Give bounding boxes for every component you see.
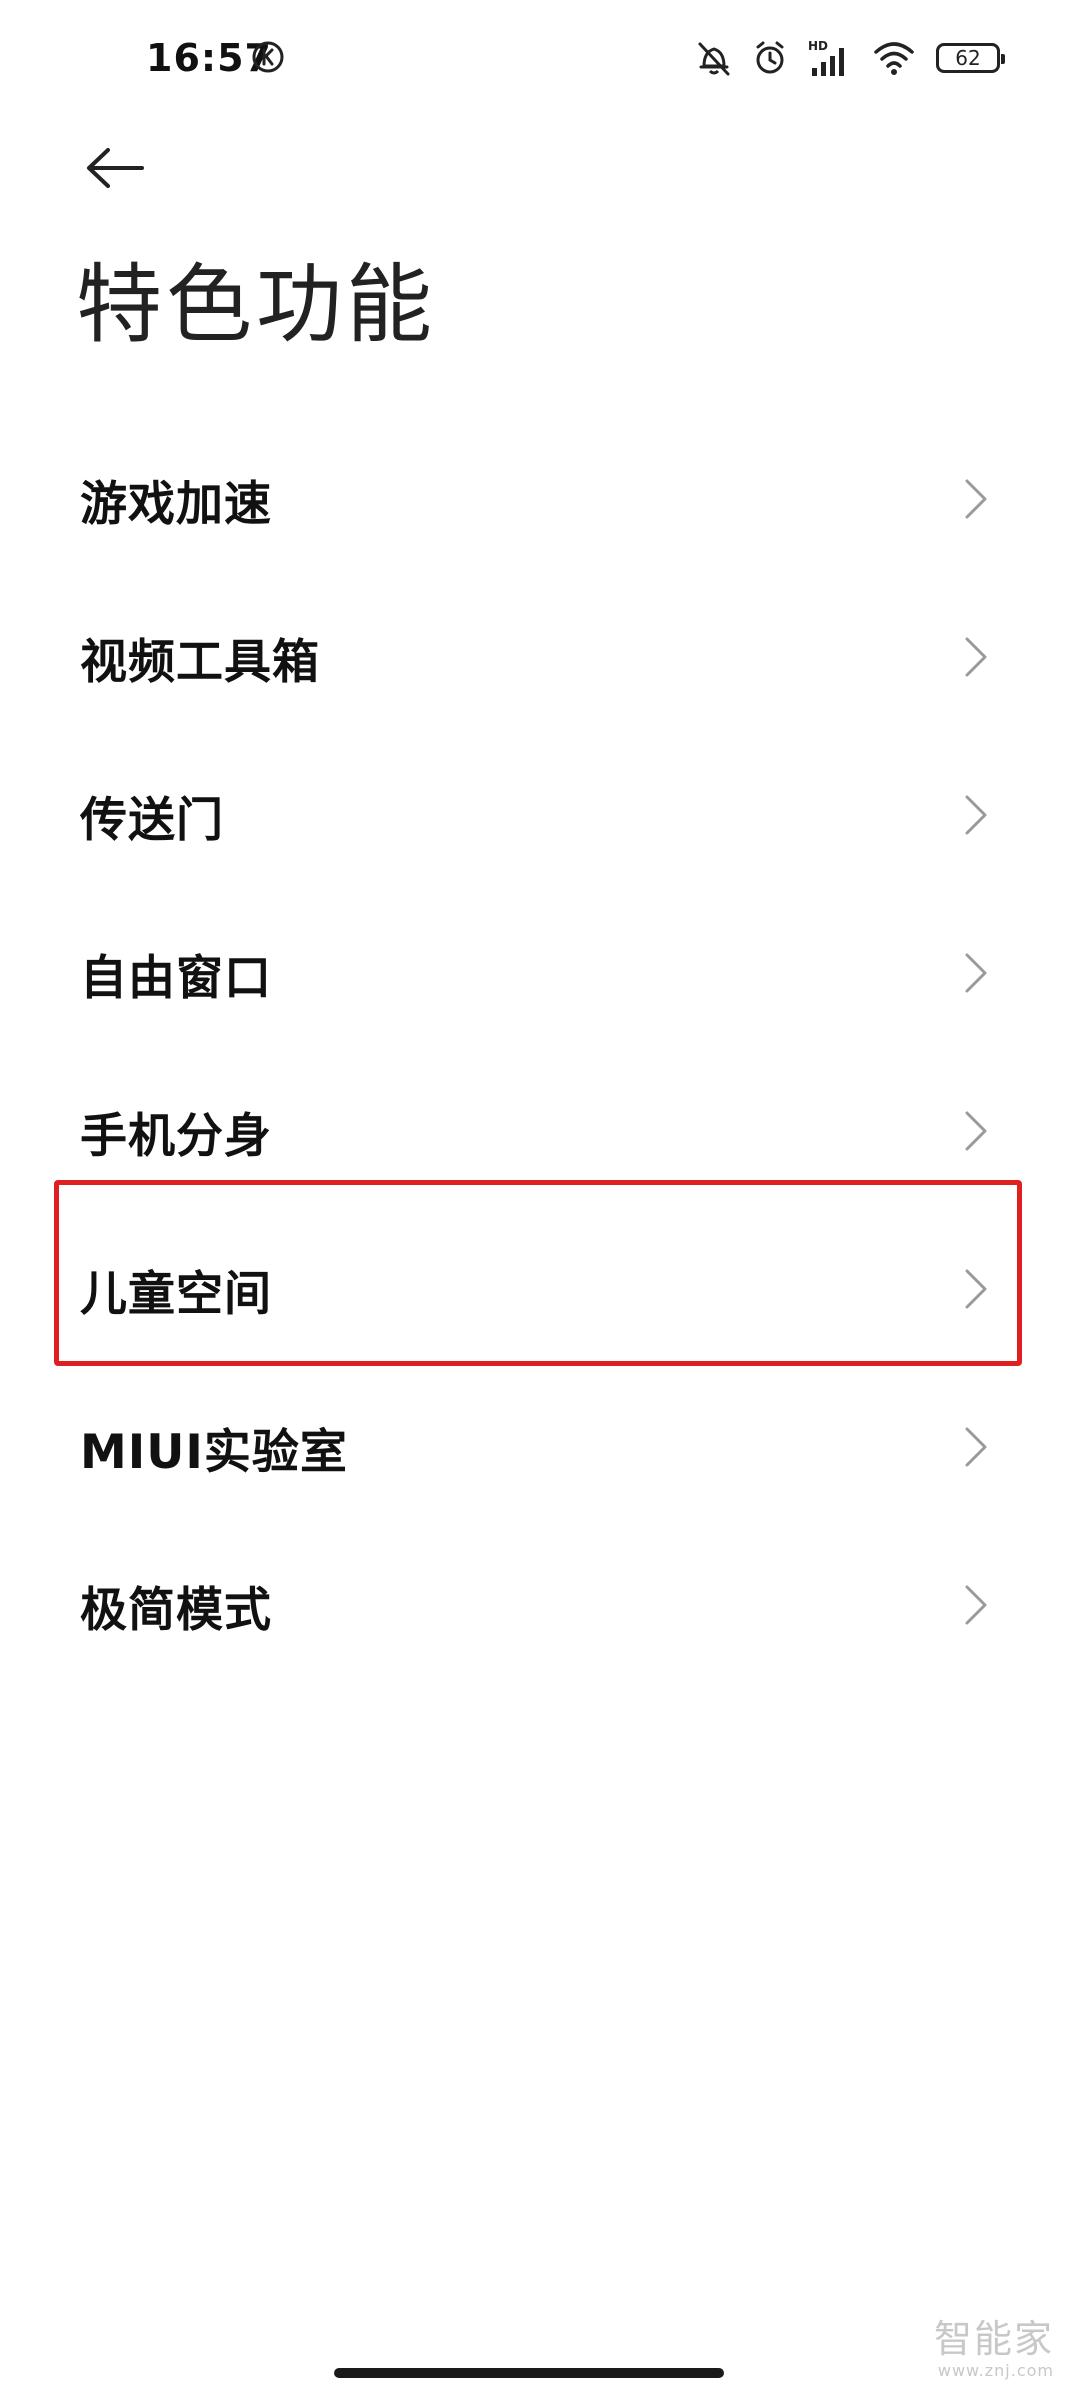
menu-item-label: 自由窗口 [80, 950, 272, 1006]
network-hd-label: HD [808, 39, 828, 53]
k-badge-icon [252, 41, 284, 73]
watermark-text: 智能家 [933, 2317, 1054, 2362]
menu-item-miui-lab[interactable]: MIUI实验室 [0, 1368, 1080, 1526]
menu-item-video-toolbox[interactable]: 视频工具箱 [0, 578, 1080, 736]
back-arrow-icon [87, 148, 144, 188]
status-bar: 16:57 HD 62 [0, 0, 1080, 118]
menu-item-kids-space[interactable]: 儿童空间 [0, 1210, 1080, 1368]
menu-item-label: MIUI实验室 [80, 1424, 348, 1480]
settings-screen: 16:57 HD 62 特色功能 游戏加速 视频工具箱 传送门 自由窗口 手机分… [0, 0, 1080, 2400]
menu-item-label: 手机分身 [80, 1108, 272, 1164]
watermark-url: www.znj.com [937, 2361, 1054, 2380]
chevron-right-icon [965, 795, 987, 835]
wifi-icon [874, 42, 914, 75]
menu-item-portal[interactable]: 传送门 [0, 736, 1080, 894]
menu-item-simple-mode[interactable]: 极简模式 [0, 1526, 1080, 1684]
chevron-right-icon [965, 637, 987, 677]
chevron-right-icon [965, 1585, 987, 1625]
feature-list: 游戏加速 视频工具箱 传送门 自由窗口 手机分身 儿童空间 MIUI实验室 极简… [0, 420, 1080, 1684]
page-title: 特色功能 [76, 255, 436, 355]
chevron-right-icon [965, 1269, 987, 1309]
menu-item-free-window[interactable]: 自由窗口 [0, 894, 1080, 1052]
chevron-right-icon [965, 479, 987, 519]
battery-level: 62 [955, 46, 981, 70]
chevron-right-icon [965, 1111, 987, 1151]
alarm-icon [756, 41, 784, 74]
battery-icon: 62 [936, 43, 1005, 73]
status-icons: HD 62 [696, 36, 1005, 80]
bell-off-icon [698, 42, 730, 76]
back-button[interactable] [70, 128, 160, 208]
menu-item-label: 传送门 [80, 792, 224, 848]
home-indicator[interactable] [334, 2368, 724, 2378]
menu-item-label: 游戏加速 [80, 476, 272, 532]
menu-item-second-space[interactable]: 手机分身 [0, 1052, 1080, 1210]
chevron-right-icon [965, 953, 987, 993]
menu-item-label: 视频工具箱 [80, 634, 320, 690]
menu-item-label: 极简模式 [80, 1582, 272, 1638]
signal-icon: HD [808, 39, 844, 76]
chevron-right-icon [965, 1427, 987, 1467]
watermark-logo: 智能家 www.znj.com [933, 2317, 1054, 2380]
menu-item-label: 儿童空间 [80, 1266, 272, 1322]
menu-item-game-turbo[interactable]: 游戏加速 [0, 420, 1080, 578]
